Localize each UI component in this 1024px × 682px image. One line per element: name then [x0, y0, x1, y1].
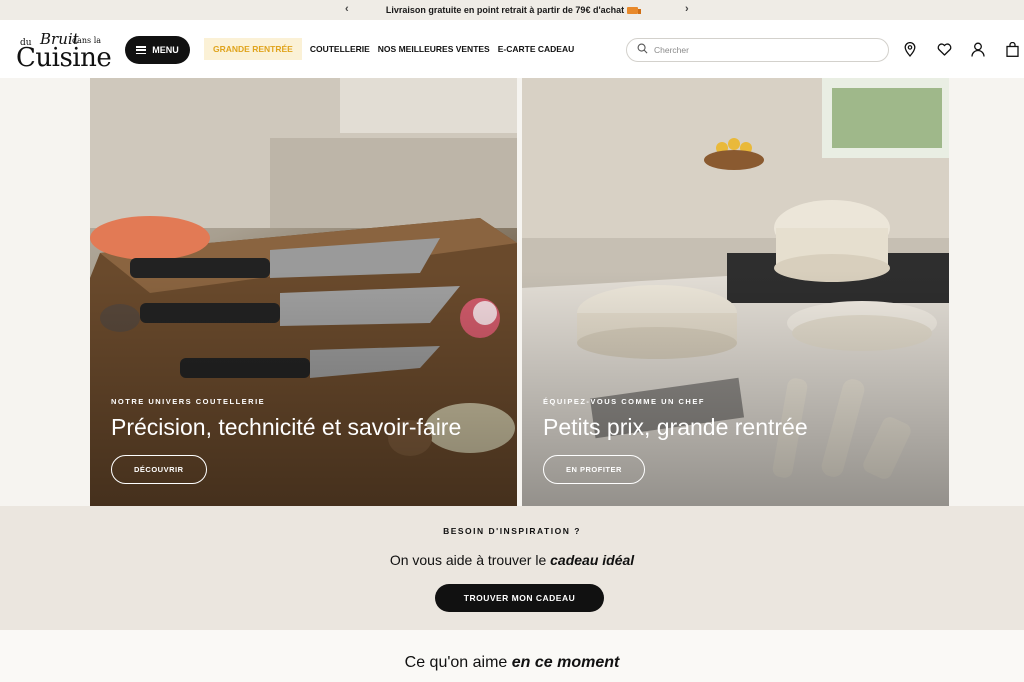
search-input[interactable]	[654, 45, 874, 55]
main-nav: GRANDE RENTRÉE COUTELLERIE NOS MEILLEURE…	[204, 38, 574, 60]
menu-label: MENU	[152, 45, 179, 55]
header-icons	[902, 40, 1020, 58]
hero-card-grande-rentree[interactable]: ÉQUIPEZ-VOUS COMME UN CHEF Petits prix, …	[522, 78, 949, 506]
hamburger-icon	[136, 46, 147, 54]
hero-right-title: Petits prix, grande rentrée	[543, 414, 808, 440]
announcement-text: Livraison gratuite en point retrait à pa…	[385, 5, 625, 15]
moment-heading-prefix: Ce qu'on aime	[404, 654, 512, 671]
nav-meilleures-ventes[interactable]: NOS MEILLEURES VENTES	[378, 44, 490, 54]
hero-shade	[522, 78, 949, 506]
announcement-bar: ‹ Livraison gratuite en point retrait à …	[0, 0, 1024, 20]
user-icon[interactable]	[970, 40, 986, 58]
moment-section: Ce qu'on aime en ce moment	[0, 630, 1024, 682]
chevron-left-icon[interactable]: ‹	[345, 3, 349, 15]
inspiration-section: BESOIN D'INSPIRATION ? On vous aide à tr…	[0, 506, 1024, 630]
menu-button[interactable]: MENU	[125, 36, 190, 64]
site-header: du Bruit dans la Cuisine MENU GRANDE REN…	[0, 20, 1024, 78]
inspiration-kicker: BESOIN D'INSPIRATION ?	[443, 526, 581, 536]
search-icon	[637, 41, 648, 59]
logo-cuisine: Cuisine	[16, 43, 112, 73]
decouvrir-button[interactable]: DÉCOUVRIR	[111, 455, 207, 484]
bag-icon[interactable]	[1004, 40, 1020, 58]
search-box[interactable]	[626, 38, 889, 62]
nav-e-carte-cadeau[interactable]: E-CARTE CADEAU	[498, 44, 575, 54]
hero-right-eyebrow: ÉQUIPEZ-VOUS COMME UN CHEF	[543, 397, 705, 406]
location-pin-icon[interactable]	[902, 40, 918, 58]
inspiration-heading-prefix: On vous aide à trouver le	[389, 552, 551, 568]
chevron-right-icon[interactable]: ›	[685, 3, 689, 15]
nav-coutellerie[interactable]: COUTELLERIE	[310, 44, 370, 54]
moment-heading-em: en ce moment	[511, 654, 620, 671]
hero-left-eyebrow: NOTRE UNIVERS COUTELLERIE	[111, 397, 266, 406]
hero-shade	[90, 78, 517, 506]
inspiration-heading: On vous aide à trouver le cadeau idéal	[0, 552, 1024, 568]
hero-card-coutellerie[interactable]: NOTRE UNIVERS COUTELLERIE Précision, tec…	[90, 78, 517, 506]
inspiration-heading-em: cadeau idéal	[550, 552, 635, 568]
hero-section: NOTRE UNIVERS COUTELLERIE Précision, tec…	[0, 78, 1024, 506]
truck-icon	[627, 6, 642, 14]
moment-heading: Ce qu'on aime en ce moment	[0, 654, 1024, 672]
logo[interactable]: du Bruit dans la Cuisine	[16, 30, 114, 73]
nav-grande-rentree[interactable]: GRANDE RENTRÉE	[204, 38, 302, 60]
trouver-mon-cadeau-button[interactable]: TROUVER MON CADEAU	[435, 584, 604, 612]
heart-icon[interactable]	[936, 40, 952, 58]
hero-left-title: Précision, technicité et savoir-faire	[111, 414, 462, 440]
en-profiter-button[interactable]: EN PROFITER	[543, 455, 645, 484]
